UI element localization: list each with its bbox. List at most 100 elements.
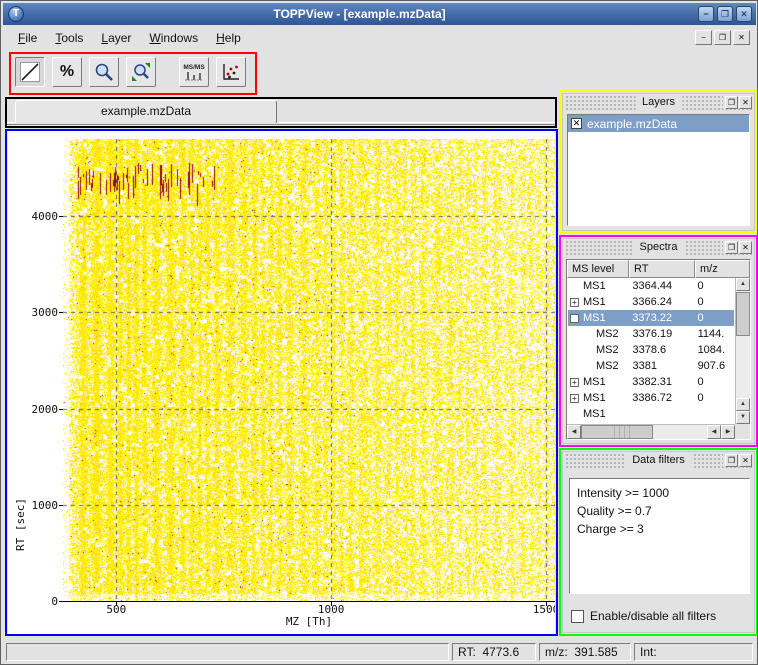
y-tick-mark <box>59 216 63 217</box>
title-bar[interactable]: T TOPPView - [example.mzData] − ❐ ✕ <box>3 3 756 25</box>
percent-icon: % <box>60 63 74 81</box>
expander-plus-icon[interactable]: + <box>570 298 579 307</box>
scroll-left-icon[interactable]: ◀ <box>707 425 721 439</box>
column-header-mz[interactable]: m/z <box>695 260 750 278</box>
filter-item[interactable]: Quality >= 0.7 <box>577 502 742 520</box>
scrollbar-corner <box>735 424 750 439</box>
y-tick-label: 3000 <box>8 306 58 319</box>
layers-list: example.mzData <box>567 114 750 226</box>
magnifier-arrows-icon <box>130 61 152 83</box>
y-tick-label: 4000 <box>8 210 58 223</box>
line-plot-icon <box>19 61 41 83</box>
spectrum-row[interactable]: MS1 <box>568 406 734 422</box>
mdi-restore-button[interactable]: ❐ <box>714 30 731 45</box>
layers-close-button[interactable]: ✕ <box>739 96 752 109</box>
x-axis-label: MZ [Th] <box>63 615 555 628</box>
status-mz: m/z: 391.585 <box>539 643 631 661</box>
menu-tools[interactable]: Tools <box>46 28 92 48</box>
spectrum-row[interactable]: +MS1 3366.24 0 <box>568 294 734 310</box>
tab-example-mzdata[interactable]: example.mzData <box>15 100 277 123</box>
column-header-ms-level[interactable]: MS level <box>567 260 629 278</box>
maximize-button[interactable]: ❐ <box>717 6 733 22</box>
y-axis-label: RT [sec] <box>14 498 27 551</box>
expander-plus-icon[interactable]: + <box>570 394 579 403</box>
filters-close-button[interactable]: ✕ <box>739 454 752 467</box>
status-message <box>6 643 449 661</box>
show-1d-view-button[interactable] <box>15 57 45 87</box>
menu-bar: File Tools Layer Windows Help − ❐ ✕ <box>3 27 756 49</box>
scroll-down-icon[interactable]: ▼ <box>736 411 750 424</box>
spectrum-row[interactable]: MS1 3364.44 0 <box>568 278 734 294</box>
menu-windows[interactable]: Windows <box>140 28 207 48</box>
expander-plus-icon[interactable]: + <box>570 378 579 387</box>
spectrum-row[interactable]: MS2 3378.6 1084. <box>568 342 734 358</box>
msms-icon: MS/MS <box>183 64 204 71</box>
spectra-tree-table: MS level RT m/z MS1 3364.44 0 +MS1 3366.… <box>566 259 751 440</box>
vertical-scroll-thumb[interactable] <box>736 292 750 336</box>
spectrum-row-selected[interactable]: -MS1 3373.22 0 <box>568 310 734 326</box>
vertical-scrollbar[interactable]: ▲ ▲ ▼ <box>735 278 750 424</box>
spectrum-row[interactable]: +MS1 3386.72 0 <box>568 390 734 406</box>
column-header-rt[interactable]: RT <box>629 260 695 278</box>
menu-help[interactable]: Help <box>207 28 250 48</box>
mdi-close-button[interactable]: ✕ <box>733 30 750 45</box>
y-tick-mark <box>59 409 63 410</box>
app-icon: T <box>8 6 24 22</box>
filter-item[interactable]: Intensity >= 1000 <box>577 484 742 502</box>
status-rt: RT: 4773.6 <box>452 643 536 661</box>
filters-float-button[interactable]: ❐ <box>725 454 738 467</box>
spectra-rows: MS1 3364.44 0 +MS1 3366.24 0 -MS1 3373.2… <box>568 278 734 424</box>
reset-zoom-button[interactable] <box>126 57 156 87</box>
filters-panel-title: Data filters <box>625 453 692 468</box>
spectrum-row[interactable]: +MS1 3382.31 0 <box>568 374 734 390</box>
layers-float-button[interactable]: ❐ <box>725 96 738 109</box>
zoom-button[interactable] <box>89 57 119 87</box>
mdi-minimize-button[interactable]: − <box>695 30 712 45</box>
spectra-float-button[interactable]: ❐ <box>725 241 738 254</box>
layer-item-label: example.mzData <box>587 117 677 131</box>
application-window: T TOPPView - [example.mzData] − ❐ ✕ File… <box>0 0 758 665</box>
horizontal-scroll-thumb[interactable] <box>581 425 653 439</box>
y-tick-mark <box>59 505 63 506</box>
y-tick-mark <box>59 601 63 602</box>
scroll-right-icon[interactable]: ▶ <box>721 425 735 439</box>
layers-panel-titlebar[interactable]: Layers ❐ ✕ <box>565 95 752 110</box>
peak-map-canvas[interactable] <box>63 139 555 602</box>
spectra-header: MS level RT m/z <box>567 260 750 278</box>
y-tick-label: 2000 <box>8 403 58 416</box>
layers-panel: Layers ❐ ✕ example.mzData <box>562 93 755 231</box>
msms-view-button[interactable]: MS/MS <box>179 57 209 87</box>
close-button[interactable]: ✕ <box>736 6 752 22</box>
expander-minus-icon[interactable]: - <box>570 314 579 323</box>
layer-item-example-mzdata[interactable]: example.mzData <box>568 115 749 132</box>
enable-filters-label: Enable/disable all filters <box>590 609 716 623</box>
dot-plot-mode-button[interactable] <box>216 57 246 87</box>
filters-panel-titlebar[interactable]: Data filters ❐ ✕ <box>565 453 752 468</box>
spectra-close-button[interactable]: ✕ <box>739 241 752 254</box>
filter-item[interactable]: Charge >= 3 <box>577 520 742 538</box>
intensity-percentage-button[interactable]: % <box>52 57 82 87</box>
scroll-up-icon[interactable]: ▲ <box>736 398 750 411</box>
enable-filters-checkbox[interactable] <box>571 610 584 623</box>
scroll-left-icon[interactable]: ◀ <box>567 425 581 439</box>
window-title: TOPPView - [example.mzData] <box>33 3 686 25</box>
filters-list: Intensity >= 1000 Quality >= 0.7 Charge … <box>569 478 750 594</box>
spectrum-row[interactable]: MS2 3376.19 1144. <box>568 326 734 342</box>
y-tick-mark <box>59 312 63 313</box>
status-intensity: Int: <box>634 643 753 661</box>
spectra-panel-titlebar[interactable]: Spectra ❐ ✕ <box>565 240 752 255</box>
menu-layer[interactable]: Layer <box>92 28 140 48</box>
horizontal-scrollbar[interactable]: ◀ ◀ ▶ <box>567 424 735 439</box>
data-filters-panel: Data filters ❐ ✕ Intensity >= 1000 Quali… <box>562 451 755 633</box>
peak-map-view: 5001000150001000200030004000 MZ [Th] RT … <box>8 131 555 634</box>
layers-panel-title: Layers <box>635 95 682 110</box>
toolbar: % MS/MS <box>15 57 246 87</box>
minimize-button[interactable]: − <box>698 6 714 22</box>
msms-peaks-icon <box>184 71 204 81</box>
scroll-up-icon[interactable]: ▲ <box>736 278 750 291</box>
spectrum-row[interactable]: MS2 3381 907.6 <box>568 358 734 374</box>
menu-file[interactable]: File <box>9 28 46 48</box>
spectra-panel: Spectra ❐ ✕ MS level RT m/z MS1 3364.44 … <box>562 238 755 444</box>
y-tick-label: 0 <box>8 595 58 608</box>
layer-visibility-checkbox-checked-icon[interactable] <box>571 118 582 129</box>
